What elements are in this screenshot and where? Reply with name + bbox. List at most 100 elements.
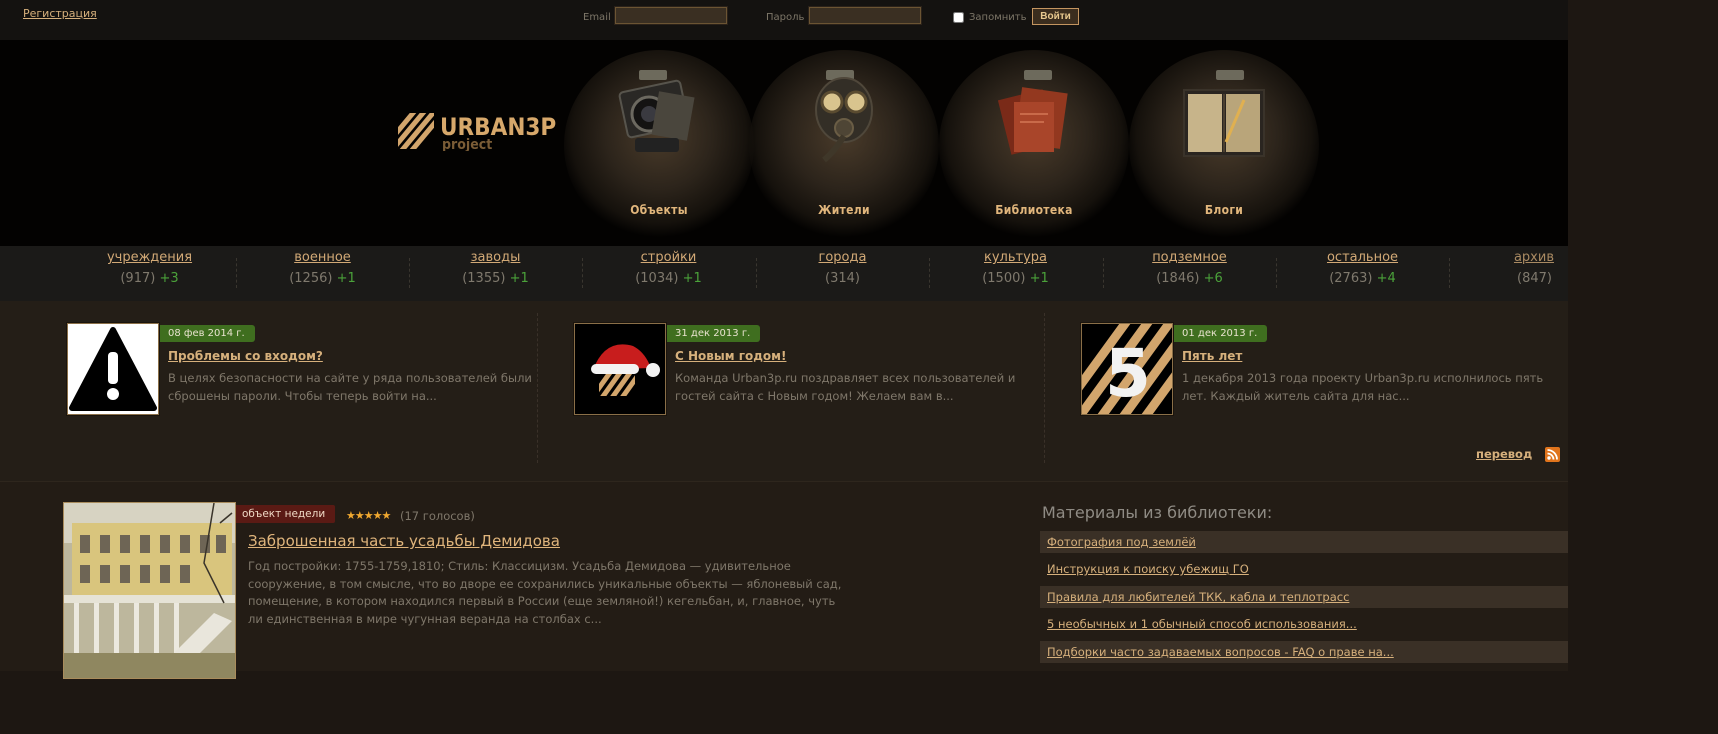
- category-delta: +6: [1203, 271, 1223, 286]
- category-count: (1500) +1: [982, 271, 1049, 286]
- warning-icon: [69, 327, 157, 411]
- category-count: (1355) +1: [462, 271, 529, 286]
- news-thumbnail[interactable]: [67, 323, 159, 415]
- notebook-icon: [1183, 70, 1265, 157]
- news-title-link[interactable]: Проблемы со входом?: [168, 349, 323, 363]
- category-count: (314): [825, 271, 860, 286]
- category-item: архив (847): [1449, 246, 1568, 301]
- category-delta: +1: [682, 271, 702, 286]
- library-item: 5 необычных и 1 обычный способ использов…: [1040, 613, 1568, 635]
- news-excerpt: В целях безопасности на сайте у ряда пол…: [168, 371, 532, 403]
- library-item-link[interactable]: Подборки часто задаваемых вопросов - FAQ…: [1047, 641, 1394, 663]
- object-of-week-photo[interactable]: [63, 502, 236, 679]
- rating-votes: (17 голосов): [400, 509, 475, 523]
- category-link[interactable]: стройки: [582, 250, 755, 265]
- santa-hat-logo: [591, 344, 660, 396]
- library-item: Инструкция к поиску убежищ ГО: [1040, 558, 1568, 580]
- news-item: 5 01 дек 2013 г. Пять лет 1 декабря 2013…: [1081, 323, 1551, 423]
- five-years-logo: 5: [1082, 324, 1172, 414]
- category-bar: учреждения (917) +3 военное (1256) +1 за…: [0, 246, 1568, 301]
- library-item-link[interactable]: Инструкция к поиску убежищ ГО: [1047, 558, 1249, 580]
- category-count: (1256) +1: [289, 271, 356, 286]
- news-section: 08 фев 2014 г. Проблемы со входом? В цел…: [0, 301, 1568, 481]
- library-item: Фотография под землёй: [1040, 531, 1568, 553]
- manor-photo-illustration: [64, 503, 235, 678]
- category-count: (917) +3: [120, 271, 179, 286]
- category-delta: +3: [159, 271, 179, 286]
- password-field[interactable]: [808, 6, 922, 25]
- category-link[interactable]: заводы: [409, 250, 582, 265]
- nav-library[interactable]: Библиотека: [939, 50, 1129, 240]
- category-count: (1034) +1: [635, 271, 702, 286]
- books-icon: [997, 70, 1068, 155]
- site-header: URBAN3P project Объекты Жители Библиотек…: [0, 40, 1568, 246]
- news-thumbnail[interactable]: 5: [1081, 323, 1173, 415]
- category-item: подземное (1846) +6: [1103, 246, 1276, 301]
- five-years-numeral: 5: [1105, 335, 1151, 412]
- category-link[interactable]: остальное: [1276, 250, 1449, 265]
- category-item: стройки (1034) +1: [582, 246, 755, 301]
- translate-link[interactable]: перевод: [1476, 447, 1532, 461]
- category-item: учреждения (917) +3: [63, 246, 236, 301]
- remember-checkbox[interactable]: [953, 12, 964, 23]
- news-title-link[interactable]: Пять лет: [1182, 349, 1242, 363]
- category-link[interactable]: учреждения: [63, 250, 236, 265]
- nav-objects-label[interactable]: Объекты: [564, 203, 754, 217]
- category-count: (847): [1517, 271, 1552, 286]
- library-item: Правила для любителей ТКК, кабла и тепло…: [1040, 586, 1568, 608]
- remember-label: Запомнить: [969, 12, 1027, 23]
- camera-icon: [618, 70, 695, 152]
- category-item: заводы (1355) +1: [409, 246, 582, 301]
- category-item: города (314): [756, 246, 929, 301]
- news-item: 31 дек 2013 г. С Новым годом! Команда Ur…: [574, 323, 1044, 423]
- featured-section: объект недели ★★★★★ (17 голосов) Заброше…: [0, 481, 1568, 679]
- nav-residents[interactable]: Жители: [749, 50, 939, 240]
- news-divider: [1044, 313, 1045, 463]
- nav-residents-label[interactable]: Жители: [749, 203, 939, 217]
- rss-icon[interactable]: [1545, 447, 1560, 462]
- news-item: 08 фев 2014 г. Проблемы со входом? В цел…: [67, 323, 537, 423]
- category-link[interactable]: культура: [929, 250, 1102, 265]
- nav-blogs-label[interactable]: Блоги: [1129, 203, 1319, 217]
- library-item-link[interactable]: 5 необычных и 1 обычный способ использов…: [1047, 613, 1357, 635]
- category-link[interactable]: военное: [236, 250, 409, 265]
- rating-stars[interactable]: ★★★★★: [346, 509, 391, 522]
- news-date-badge: 01 дек 2013 г.: [1174, 325, 1268, 342]
- category-delta: +4: [1376, 271, 1396, 286]
- news-excerpt: 1 декабря 2013 года проекту Urban3p.ru и…: [1182, 371, 1544, 403]
- register-link[interactable]: Регистрация: [23, 7, 97, 20]
- email-label: Email: [583, 12, 611, 23]
- news-title-link[interactable]: С Новым годом!: [675, 349, 786, 363]
- email-field[interactable]: [614, 6, 728, 25]
- news-thumbnail[interactable]: [574, 323, 666, 415]
- urban3p-logo[interactable]: URBAN3P project: [398, 111, 568, 151]
- category-delta: +1: [509, 271, 529, 286]
- category-link[interactable]: подземное: [1103, 250, 1276, 265]
- login-bar: Регистрация Email Пароль Запомнить Войти: [0, 0, 1568, 40]
- library-item-link[interactable]: Правила для любителей ТКК, кабла и тепло…: [1047, 586, 1349, 608]
- category-count: (1846) +6: [1156, 271, 1223, 286]
- object-of-week-description: Год постройки: 1755-1759,1810; Стиль: Кл…: [248, 559, 842, 626]
- library-item: Подборки часто задаваемых вопросов - FAQ…: [1040, 641, 1568, 663]
- news-divider: [537, 313, 538, 463]
- nav-blogs[interactable]: Блоги: [1129, 50, 1319, 240]
- category-item: культура (1500) +1: [929, 246, 1102, 301]
- category-item: остальное (2763) +4: [1276, 246, 1449, 301]
- login-button[interactable]: Войти: [1032, 8, 1079, 25]
- nav-objects[interactable]: Объекты: [564, 50, 754, 240]
- object-of-week-title-link[interactable]: Заброшенная часть усадьбы Демидова: [248, 532, 560, 550]
- library-heading: Материалы из библиотеки:: [1042, 503, 1273, 522]
- category-count: (2763) +4: [1329, 271, 1396, 286]
- category-delta: +1: [336, 271, 356, 286]
- library-item-link[interactable]: Фотография под землёй: [1047, 531, 1196, 553]
- category-link[interactable]: города: [756, 250, 929, 265]
- object-of-week-badge: объект недели: [236, 505, 335, 523]
- gas-mask-icon: [815, 70, 873, 163]
- nav-library-label[interactable]: Библиотека: [939, 203, 1129, 217]
- category-item: военное (1256) +1: [236, 246, 409, 301]
- news-excerpt: Команда Urban3p.ru поздравляет всех поль…: [675, 371, 1016, 403]
- logo-subtext: project: [442, 137, 492, 151]
- category-link[interactable]: архив: [1449, 250, 1568, 265]
- password-label: Пароль: [766, 12, 805, 23]
- news-date-badge: 08 фев 2014 г.: [160, 325, 255, 342]
